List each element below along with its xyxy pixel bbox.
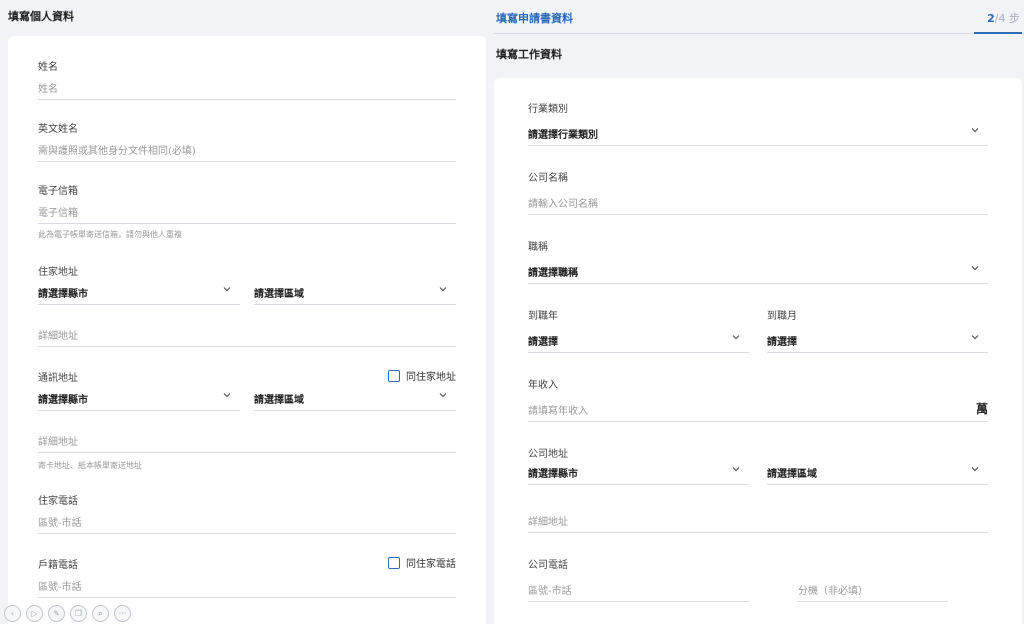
industry-value: 請選擇行業類別 [528, 130, 598, 141]
chevron-down-icon [732, 335, 740, 340]
chevron-down-icon [439, 287, 447, 292]
company-address-label: 公司地址 [528, 449, 568, 460]
company-city-select[interactable]: 請選擇縣市 [528, 459, 749, 485]
company-detail-placeholder: 詳細地址 [528, 517, 568, 528]
personal-info-card: 姓名 姓名 英文姓名 需與護照或其他身分文件相同(必填) 電子信箱 電子信箱 此… [8, 36, 486, 624]
home-district-value: 請選擇區域 [254, 289, 304, 300]
step-current: 2 [987, 12, 995, 25]
mail-address-label: 通訊地址 [38, 373, 78, 384]
job-title-label: 職稱 [528, 242, 548, 253]
same-as-home-address-checkbox[interactable]: 同住家地址 [388, 368, 456, 383]
chevron-down-icon [971, 467, 979, 472]
email-hint: 此為電子帳單寄送信箱，請勿與他人重複 [38, 230, 182, 239]
email-placeholder: 電子信箱 [38, 208, 78, 219]
play-icon[interactable]: ▷ [26, 605, 43, 622]
chevron-down-icon [223, 393, 231, 398]
company-name-field[interactable]: 請輸入公司名稱 [528, 189, 988, 215]
english-name-placeholder: 需與護照或其他身分文件相同(必填) [38, 146, 196, 157]
floating-toolbar: ‹ ▷ ✎ ❐ ⌕ ··· [4, 605, 131, 622]
mail-address-hint: 寄卡地址、紙本帳單寄送地址 [38, 461, 142, 470]
company-phone-ext-placeholder: 分機（非必填） [798, 586, 868, 597]
mail-detail-address-field[interactable]: 詳細地址 [38, 427, 456, 453]
start-month-label: 到職月 [767, 311, 797, 322]
same-as-home-phone-label: 同住家電話 [406, 559, 456, 570]
registered-phone-field[interactable]: 區號-市話 [38, 572, 456, 598]
step-progress-bar [974, 32, 1022, 34]
work-info-title: 填寫工作資料 [496, 48, 562, 61]
annual-income-placeholder: 請填寫年收入 [528, 406, 588, 417]
chevron-down-icon [732, 467, 740, 472]
registered-phone-placeholder: 區號-市話 [38, 582, 82, 593]
registered-phone-label: 戶籍電話 [38, 560, 78, 571]
home-address-label: 住家地址 [38, 267, 78, 278]
company-phone-label: 公司電話 [528, 560, 568, 571]
job-title-select[interactable]: 請選擇職稱 [528, 258, 988, 284]
start-month-select[interactable]: 請選擇 [767, 327, 988, 353]
mail-detail-placeholder: 詳細地址 [38, 437, 78, 448]
checkbox-icon [388, 556, 400, 569]
home-district-select[interactable]: 請選擇區域 [254, 279, 456, 305]
application-title: 填寫申請書資料 [496, 12, 573, 25]
application-header: 填寫申請書資料 2/4 步 [494, 0, 1024, 34]
start-month-value: 請選擇 [767, 337, 797, 348]
mail-city-select[interactable]: 請選擇縣市 [38, 385, 240, 411]
job-title-value: 請選擇職稱 [528, 268, 578, 279]
annual-income-label: 年收入 [528, 380, 558, 391]
home-phone-label: 住家電話 [38, 496, 78, 507]
company-phone-field[interactable]: 區號-市話 [528, 576, 750, 602]
zoom-icon[interactable]: ⌕ [92, 605, 109, 622]
company-district-select[interactable]: 請選擇區域 [767, 459, 988, 485]
name-placeholder: 姓名 [38, 84, 58, 95]
chevron-left-icon[interactable]: ‹ [4, 605, 21, 622]
start-year-select[interactable]: 請選擇 [528, 327, 749, 353]
company-district-value: 請選擇區域 [767, 469, 817, 480]
step-total: /4 步 [994, 12, 1020, 25]
mail-district-value: 請選擇區域 [254, 395, 304, 406]
more-icon[interactable]: ··· [114, 605, 131, 622]
company-detail-address-field[interactable]: 詳細地址 [528, 507, 988, 533]
annual-income-field[interactable]: 請填寫年收入 萬 [528, 396, 988, 422]
step-indicator: 2/4 步 [987, 10, 1020, 26]
name-label: 姓名 [38, 62, 58, 73]
personal-info-title: 填寫個人資料 [8, 10, 74, 23]
edit-icon[interactable]: ✎ [48, 605, 65, 622]
home-phone-field[interactable]: 區號-市話 [38, 508, 456, 534]
company-phone-placeholder: 區號-市話 [528, 586, 572, 597]
start-year-label: 到職年 [528, 311, 558, 322]
income-unit: 萬 [975, 402, 988, 416]
work-info-card: 行業類別 請選擇行業類別 公司名稱 請輸入公司名稱 職稱 請選擇職稱 到職年 請… [494, 78, 1022, 624]
company-name-placeholder: 請輸入公司名稱 [528, 199, 598, 210]
email-label: 電子信箱 [38, 186, 78, 197]
copy-icon[interactable]: ❐ [70, 605, 87, 622]
start-year-value: 請選擇 [528, 337, 558, 348]
chevron-down-icon [439, 393, 447, 398]
name-field[interactable]: 姓名 [38, 74, 456, 100]
company-name-label: 公司名稱 [528, 173, 568, 184]
checkbox-icon [388, 369, 400, 382]
chevron-down-icon [971, 335, 979, 340]
chevron-down-icon [971, 128, 979, 133]
industry-label: 行業類別 [528, 104, 568, 115]
mail-city-value: 請選擇縣市 [38, 395, 88, 406]
chevron-down-icon [223, 287, 231, 292]
same-as-home-phone-checkbox[interactable]: 同住家電話 [388, 555, 456, 570]
english-name-label: 英文姓名 [38, 124, 78, 135]
chevron-down-icon [971, 266, 979, 271]
same-as-home-address-label: 同住家地址 [406, 372, 456, 383]
company-phone-ext-field[interactable]: 分機（非必填） [798, 576, 948, 602]
email-field[interactable]: 電子信箱 [38, 198, 456, 224]
mail-district-select[interactable]: 請選擇區域 [254, 385, 456, 411]
home-city-value: 請選擇縣市 [38, 289, 88, 300]
industry-select[interactable]: 請選擇行業類別 [528, 120, 988, 146]
home-detail-address-field[interactable]: 詳細地址 [38, 321, 456, 347]
english-name-field[interactable]: 需與護照或其他身分文件相同(必填) [38, 136, 456, 162]
company-city-value: 請選擇縣市 [528, 469, 578, 480]
home-phone-placeholder: 區號-市話 [38, 518, 82, 529]
home-city-select[interactable]: 請選擇縣市 [38, 279, 240, 305]
home-detail-placeholder: 詳細地址 [38, 331, 78, 342]
